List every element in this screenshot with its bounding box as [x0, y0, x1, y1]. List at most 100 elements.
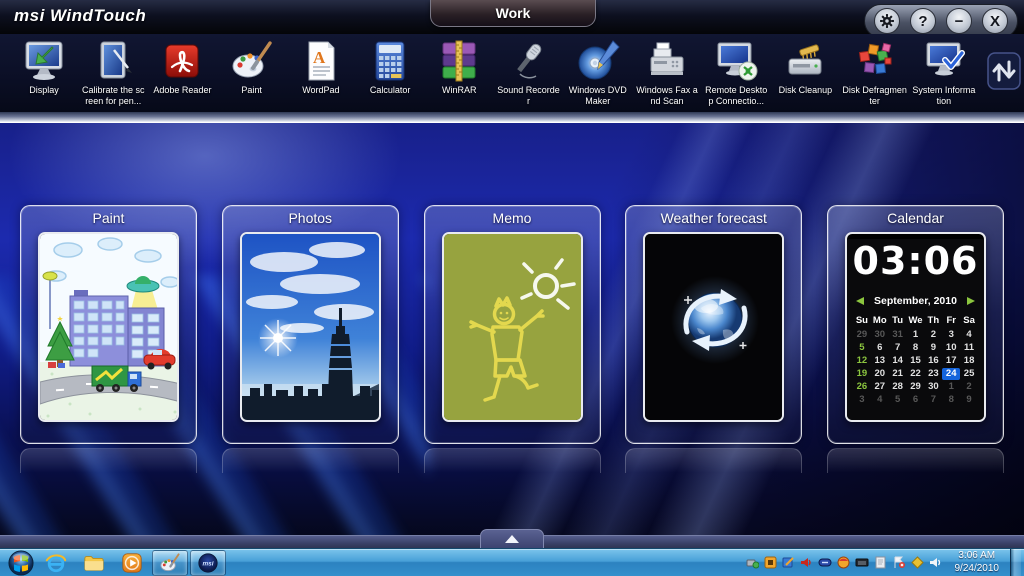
- calendar-day[interactable]: 3: [942, 329, 960, 341]
- toolbar-item-wordpad[interactable]: A WordPad: [287, 37, 355, 96]
- calendar-day[interactable]: 3: [853, 394, 871, 406]
- toolbar-item-system-information[interactable]: System Informa tion: [910, 37, 978, 107]
- calendar-day[interactable]: 4: [871, 394, 889, 406]
- toolbar-item-adobe-reader[interactable]: Adobe Reader: [148, 37, 216, 96]
- calendar-day[interactable]: 7: [924, 394, 942, 406]
- system-information-icon: [921, 37, 967, 84]
- toolbar-item-winrar[interactable]: WinRAR: [425, 37, 493, 96]
- pen-input-icon[interactable]: [782, 556, 795, 569]
- card-memo[interactable]: Memo: [424, 205, 601, 444]
- calendar-day[interactable]: 2: [924, 329, 942, 341]
- calendar-day[interactable]: 30: [924, 381, 942, 393]
- calendar-day[interactable]: 4: [960, 329, 978, 341]
- calendar-day[interactable]: 8: [907, 342, 925, 354]
- calendar-day[interactable]: 8: [942, 394, 960, 406]
- calendar-day[interactable]: 13: [871, 355, 889, 367]
- calendar-day[interactable]: 11: [960, 342, 978, 354]
- settings-button[interactable]: [874, 8, 900, 34]
- toolbar-item-label: Paint: [241, 85, 262, 96]
- widget-cards: Paint: [0, 205, 1024, 444]
- calendar-day[interactable]: 30: [871, 329, 889, 341]
- calendar-day[interactable]: 21: [889, 368, 907, 380]
- update-icon[interactable]: [911, 556, 924, 569]
- help-button[interactable]: ?: [910, 8, 936, 34]
- calendar-day[interactable]: 2: [960, 381, 978, 393]
- calendar-day[interactable]: 15: [907, 355, 925, 367]
- minimize-button[interactable]: −: [946, 8, 972, 34]
- calendar-day[interactable]: 5: [853, 342, 871, 354]
- prev-month-icon[interactable]: [856, 297, 864, 305]
- calendar-day[interactable]: 27: [871, 381, 889, 393]
- taskbar-clock[interactable]: 3:06 AM 9/24/2010: [955, 550, 1000, 575]
- folder-icon: [83, 552, 105, 574]
- calendar-day[interactable]: 7: [889, 342, 907, 354]
- calendar-day[interactable]: 29: [853, 329, 871, 341]
- cycle-apps-button[interactable]: [987, 51, 1021, 91]
- toolbar-item-remote-desktop[interactable]: Remote Deskto p Connectio...: [702, 37, 770, 107]
- internet-explorer-icon: [45, 552, 67, 574]
- close-icon: X: [990, 13, 1000, 30]
- toolbar-item-fax-scan[interactable]: Windows Fax a nd Scan: [633, 37, 701, 107]
- msi-tray-icon[interactable]: [818, 556, 832, 569]
- calendar-day[interactable]: 14: [889, 355, 907, 367]
- toolbar-item-disk-cleanup[interactable]: Disk Cleanup: [771, 37, 839, 96]
- internet-explorer-button[interactable]: [38, 550, 74, 576]
- calendar-day[interactable]: 28: [889, 381, 907, 393]
- card-paint[interactable]: Paint: [20, 205, 197, 444]
- next-month-icon[interactable]: [967, 297, 975, 305]
- calendar-day[interactable]: 5: [889, 394, 907, 406]
- msi-windtouch-taskbar-button[interactable]: msi: [190, 550, 226, 576]
- notes-icon[interactable]: [874, 556, 887, 569]
- calendar-day[interactable]: 29: [907, 381, 925, 393]
- calendar-day[interactable]: 25: [960, 368, 978, 380]
- paint-taskbar-button[interactable]: [152, 550, 188, 576]
- red-speaker-icon[interactable]: [800, 556, 813, 569]
- svg-text:msi: msi: [202, 560, 213, 567]
- card-photos[interactable]: Photos: [222, 205, 399, 444]
- toolbar-item-calibrate-screen[interactable]: Calibrate the sc reen for pen...: [79, 37, 147, 107]
- keyboard-icon[interactable]: [855, 556, 869, 569]
- card-title: Paint: [21, 206, 196, 231]
- calendar-day[interactable]: 20: [871, 368, 889, 380]
- windows-explorer-button[interactable]: [76, 550, 112, 576]
- toolbar-item-sound-recorder[interactable]: Sound Recorde r: [495, 37, 563, 107]
- usb-eject-icon[interactable]: [746, 556, 759, 569]
- calendar-day[interactable]: 22: [907, 368, 925, 380]
- calendar-day[interactable]: 6: [907, 394, 925, 406]
- calendar-day[interactable]: 26: [853, 381, 871, 393]
- calendar-day[interactable]: 9: [924, 342, 942, 354]
- close-button[interactable]: X: [982, 8, 1008, 34]
- calendar-day[interactable]: 19: [853, 368, 871, 380]
- calendar-day[interactable]: 1: [942, 381, 960, 393]
- app-orange-icon[interactable]: [764, 556, 777, 569]
- show-desktop-button[interactable]: [1010, 549, 1021, 576]
- calendar-day[interactable]: 1: [907, 329, 925, 341]
- start-button[interactable]: [5, 550, 37, 576]
- calendar-day[interactable]: 31: [889, 329, 907, 341]
- toolbar-item-disk-defragmenter[interactable]: Disk Defragmen ter: [841, 37, 909, 107]
- toolbar-item-paint[interactable]: Paint: [218, 37, 286, 96]
- calendar-day[interactable]: 9: [960, 394, 978, 406]
- tab-work[interactable]: Work: [430, 0, 596, 27]
- calendar-day[interactable]: 10: [942, 342, 960, 354]
- windows-media-player-button[interactable]: [114, 550, 150, 576]
- card-weather[interactable]: Weather forecast: [625, 205, 802, 444]
- calendar-day[interactable]: 16: [924, 355, 942, 367]
- action-center-flag-icon[interactable]: [892, 556, 906, 569]
- calendar-day-selected[interactable]: 24: [942, 368, 960, 380]
- volume-icon[interactable]: [929, 556, 942, 569]
- calendar-day[interactable]: 17: [942, 355, 960, 367]
- calendar-day[interactable]: 18: [960, 355, 978, 367]
- toolbar-item-dvd-maker[interactable]: Windows DVD Maker: [564, 37, 632, 107]
- calendar-dow: Fr: [942, 315, 960, 326]
- calendar-day[interactable]: 6: [871, 342, 889, 354]
- toolbar-item-display[interactable]: Display: [10, 37, 78, 96]
- card-calendar[interactable]: Calendar 03:06 September, 2010 Su Mo Tu: [827, 205, 1004, 444]
- calendar-dow: Mo: [871, 315, 889, 326]
- photos-preview: [240, 232, 381, 422]
- dock-pull-tab[interactable]: [480, 529, 544, 548]
- security-icon[interactable]: [837, 556, 850, 569]
- toolbar-item-calculator[interactable]: Calculator: [356, 37, 424, 96]
- calendar-day[interactable]: 23: [924, 368, 942, 380]
- calendar-day[interactable]: 12: [853, 355, 871, 367]
